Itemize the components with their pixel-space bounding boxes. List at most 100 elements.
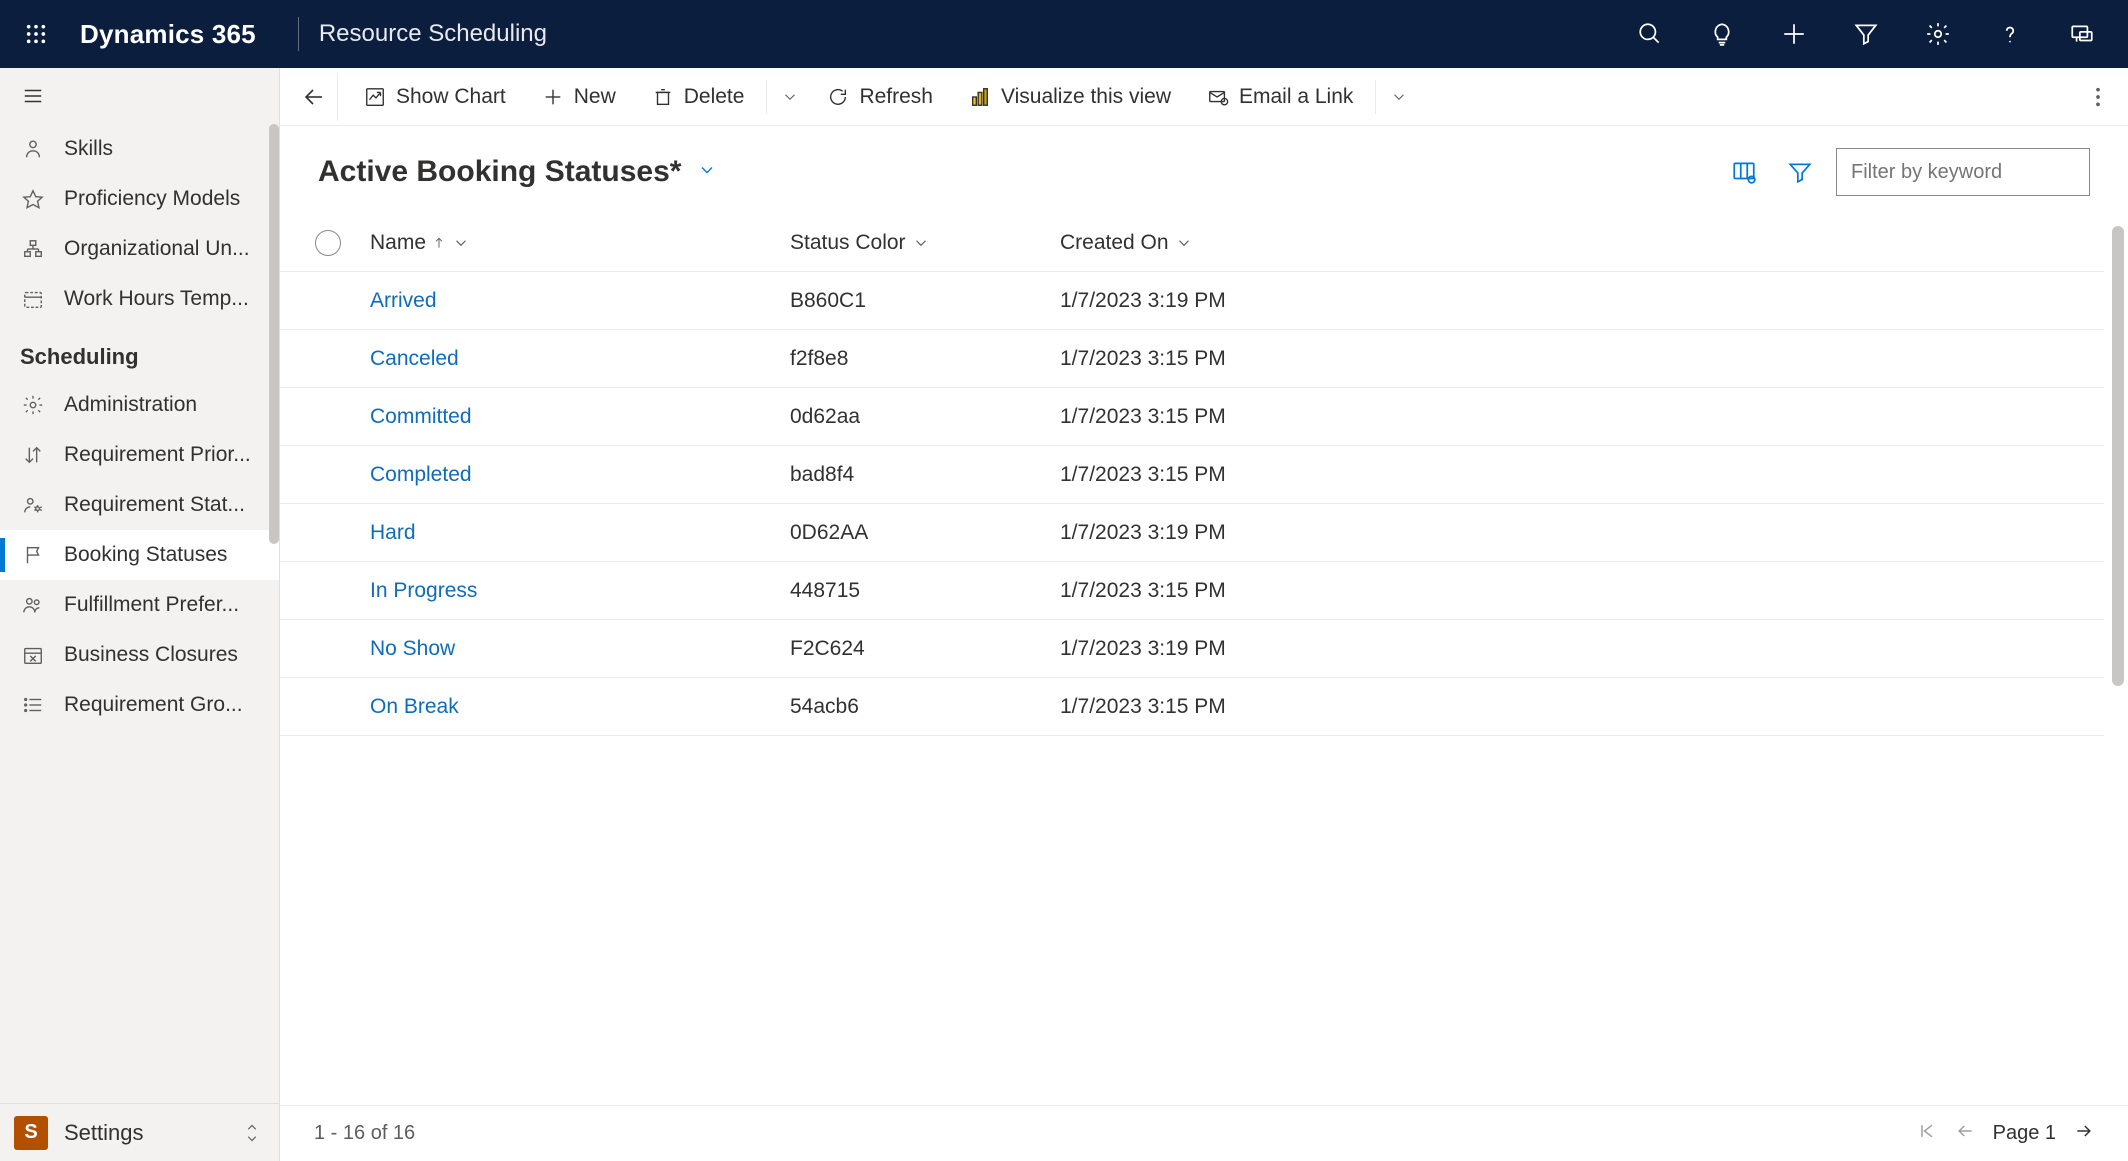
sidebar-item-label: Booking Statuses xyxy=(64,543,227,567)
sidebar-item[interactable]: Skills xyxy=(0,124,279,174)
grid-header-row: Name Status Color Created On xyxy=(280,214,2104,272)
sidebar-item-label: Administration xyxy=(64,393,197,417)
funnel-icon[interactable] xyxy=(1844,12,1888,56)
sidebar-item-label: Organizational Un... xyxy=(64,237,250,261)
column-name-label: Name xyxy=(370,231,426,255)
show-chart-button[interactable]: Show Chart xyxy=(346,73,524,121)
cell-status-color: bad8f4 xyxy=(790,463,1060,487)
record-link[interactable]: No Show xyxy=(370,637,455,660)
delete-split-button[interactable] xyxy=(771,73,809,121)
prev-page-button[interactable] xyxy=(1955,1121,1975,1147)
area-badge: S xyxy=(14,1116,48,1150)
email-link-split-button[interactable] xyxy=(1380,73,1418,121)
column-header-name[interactable]: Name xyxy=(370,231,470,255)
table-row[interactable]: Hard 0D62AA 1/7/2023 3:19 PM xyxy=(280,504,2104,562)
lightbulb-icon[interactable] xyxy=(1700,12,1744,56)
pager: Page 1 xyxy=(1917,1121,2094,1147)
hamburger-icon[interactable] xyxy=(0,68,279,124)
command-separator xyxy=(766,80,767,114)
email-link-button[interactable]: Email a Link xyxy=(1189,73,1371,121)
cell-created-on: 1/7/2023 3:15 PM xyxy=(1060,405,2104,429)
area-label: Settings xyxy=(64,1120,223,1146)
sidebar-item-label: Requirement Gro... xyxy=(64,693,243,717)
sidebar-item[interactable]: Organizational Un... xyxy=(0,224,279,274)
cell-created-on: 1/7/2023 3:19 PM xyxy=(1060,637,2104,661)
sidebar-item[interactable]: Fulfillment Prefer... xyxy=(0,580,279,630)
select-all-checkbox[interactable] xyxy=(296,230,360,256)
edit-columns-icon[interactable] xyxy=(1724,152,1764,192)
record-link[interactable]: Committed xyxy=(370,405,472,428)
view-title[interactable]: Active Booking Statuses* xyxy=(318,155,681,189)
record-link[interactable]: Canceled xyxy=(370,347,459,370)
app-name[interactable]: Resource Scheduling xyxy=(319,20,547,48)
back-button[interactable] xyxy=(290,73,338,121)
command-overflow-icon[interactable] xyxy=(2078,86,2118,108)
sidebar-item[interactable]: Requirement Prior... xyxy=(0,430,279,480)
cell-created-on: 1/7/2023 3:15 PM xyxy=(1060,579,2104,603)
refresh-label: Refresh xyxy=(859,85,933,109)
record-link[interactable]: On Break xyxy=(370,695,459,718)
visualize-button[interactable]: Visualize this view xyxy=(951,73,1189,121)
column-header-created-on[interactable]: Created On xyxy=(1060,231,1193,255)
column-created-on-label: Created On xyxy=(1060,231,1169,255)
powerbi-icon xyxy=(969,86,991,108)
table-row[interactable]: Committed 0d62aa 1/7/2023 3:15 PM xyxy=(280,388,2104,446)
cell-status-color: 0d62aa xyxy=(790,405,1060,429)
sidebar-item-label: Skills xyxy=(64,137,113,161)
app-launcher-icon[interactable] xyxy=(14,12,58,56)
table-row[interactable]: Canceled f2f8e8 1/7/2023 3:15 PM xyxy=(280,330,2104,388)
sidebar-scrollbar[interactable] xyxy=(269,124,279,544)
record-link[interactable]: In Progress xyxy=(370,579,477,602)
nav-group-scheduling: Scheduling xyxy=(0,324,279,380)
record-link[interactable]: Hard xyxy=(370,521,416,544)
cell-created-on: 1/7/2023 3:19 PM xyxy=(1060,521,2104,545)
column-status-color-label: Status Color xyxy=(790,231,906,255)
plus-small-icon xyxy=(542,86,564,108)
page-label: Page 1 xyxy=(1993,1122,2056,1145)
refresh-button[interactable]: Refresh xyxy=(809,73,951,121)
column-header-status-color[interactable]: Status Color xyxy=(790,231,930,255)
first-page-button[interactable] xyxy=(1917,1121,1937,1147)
status-bar: 1 - 16 of 16 Page 1 xyxy=(280,1105,2128,1161)
data-grid: Name Status Color Created On xyxy=(280,214,2128,1105)
sidebar-item[interactable]: Work Hours Temp... xyxy=(0,274,279,324)
keyword-filter-input[interactable] xyxy=(1851,161,2075,184)
table-row[interactable]: On Break 54acb6 1/7/2023 3:15 PM xyxy=(280,678,2104,736)
gear-icon[interactable] xyxy=(1916,12,1960,56)
table-row[interactable]: Arrived B860C1 1/7/2023 3:19 PM xyxy=(280,272,2104,330)
chart-icon xyxy=(364,86,386,108)
table-row[interactable]: Completed bad8f4 1/7/2023 3:15 PM xyxy=(280,446,2104,504)
sidebar-item[interactable]: Proficiency Models xyxy=(0,174,279,224)
table-row[interactable]: No Show F2C624 1/7/2023 3:19 PM xyxy=(280,620,2104,678)
keyword-filter[interactable] xyxy=(1836,148,2090,196)
help-icon[interactable] xyxy=(1988,12,2032,56)
new-button[interactable]: New xyxy=(524,73,634,121)
sidebar-item[interactable]: Administration xyxy=(0,380,279,430)
sidebar-item[interactable]: Booking Statuses xyxy=(0,530,279,580)
brand-title[interactable]: Dynamics 365 xyxy=(80,19,256,50)
next-page-button[interactable] xyxy=(2074,1121,2094,1147)
sidebar-item[interactable]: Requirement Stat... xyxy=(0,480,279,530)
cell-status-color: B860C1 xyxy=(790,289,1060,313)
record-link[interactable]: Arrived xyxy=(370,289,437,312)
chat-icon[interactable] xyxy=(2060,12,2104,56)
chevron-down-icon xyxy=(452,234,470,252)
area-switcher[interactable]: S Settings xyxy=(0,1103,279,1161)
delete-button[interactable]: Delete xyxy=(634,73,763,121)
record-link[interactable]: Completed xyxy=(370,463,472,486)
table-row[interactable]: In Progress 448715 1/7/2023 3:15 PM xyxy=(280,562,2104,620)
email-link-label: Email a Link xyxy=(1239,85,1353,109)
calendar-dotted-icon xyxy=(20,286,46,312)
area-switcher-chevron-icon[interactable] xyxy=(239,1120,265,1146)
sidebar-item[interactable]: Business Closures xyxy=(0,630,279,680)
delete-label: Delete xyxy=(684,85,745,109)
view-selector-chevron-icon[interactable] xyxy=(697,160,717,185)
grid-scrollbar[interactable] xyxy=(2112,226,2124,686)
person-gear-icon xyxy=(20,492,46,518)
search-icon[interactable] xyxy=(1628,12,1672,56)
sidebar-item[interactable]: Requirement Gro... xyxy=(0,680,279,730)
plus-icon[interactable] xyxy=(1772,12,1816,56)
sidebar: Skills Proficiency Models Organizational U… xyxy=(0,68,280,1161)
main-content: Show Chart New Delete Refresh Visualize … xyxy=(280,68,2128,1161)
filter-icon[interactable] xyxy=(1780,152,1820,192)
